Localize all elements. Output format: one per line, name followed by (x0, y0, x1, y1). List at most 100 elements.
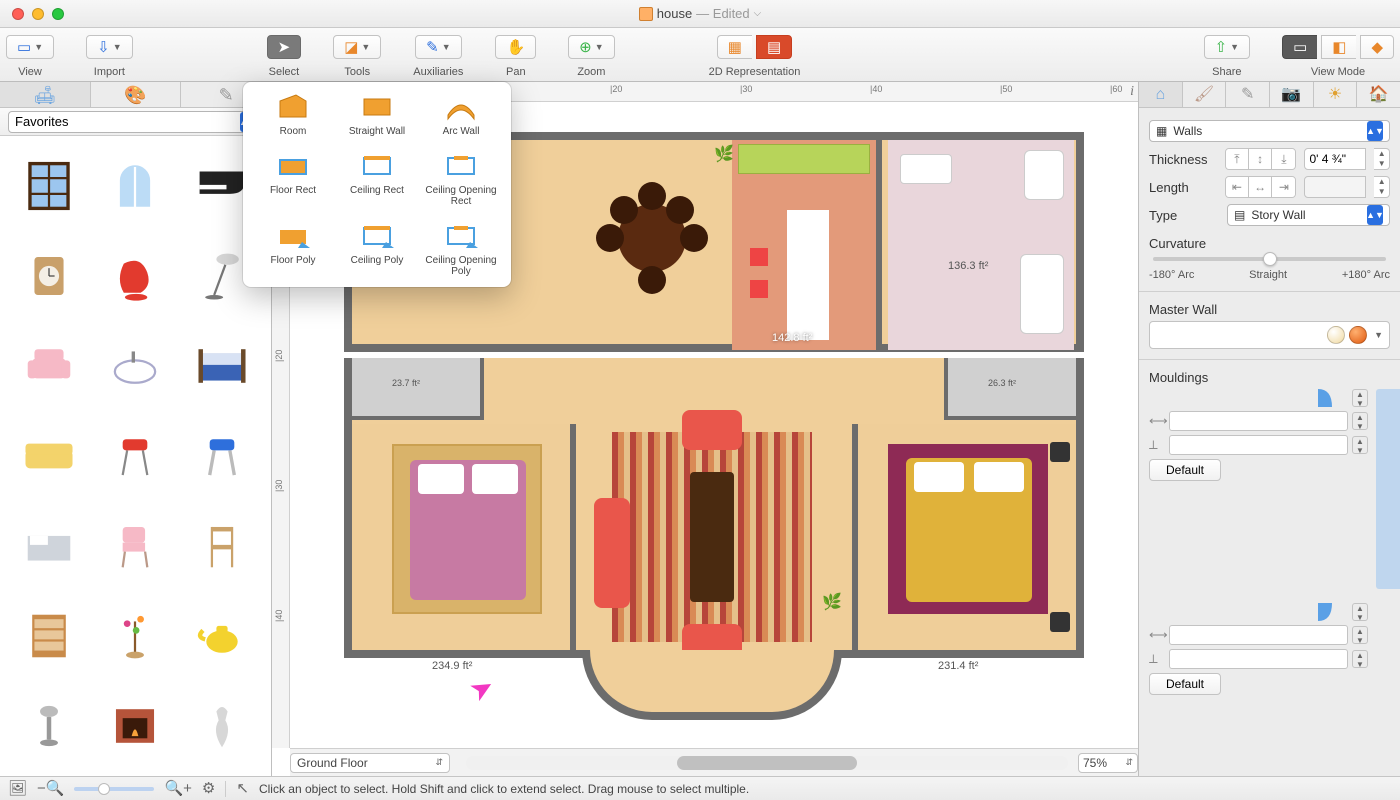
library-panel: 🛋 🎨 ✎ Favorites ▲▼ (0, 82, 272, 776)
inspector-tab-edit[interactable]: ✎ (1226, 82, 1270, 107)
library-item-vase[interactable] (186, 695, 258, 757)
chevron-updown-icon: ⇵ (435, 757, 443, 768)
chevron-down-icon: ▼ (1374, 330, 1383, 340)
tool-ceiling-opening-rect[interactable]: Ceiling Opening Rect (421, 151, 501, 207)
type-label: Type (1149, 208, 1219, 223)
tool-straight-wall[interactable]: Straight Wall (337, 92, 417, 137)
rep2d-plan-button[interactable]: ▦ (717, 35, 752, 59)
length-align-segment[interactable]: ⇤↔⇥ (1225, 176, 1297, 198)
import-button[interactable]: ⇩▼ (86, 35, 133, 59)
tool-room[interactable]: Room (253, 92, 333, 137)
inspector-section-select[interactable]: ▦Walls ▲▼ (1149, 120, 1390, 142)
library-item-blue-stool[interactable] (186, 425, 258, 487)
tools-menu-button[interactable]: ◪▼ (333, 35, 381, 59)
library-item-fireplace[interactable] (99, 695, 171, 757)
window-minimize-icon[interactable] (32, 8, 44, 20)
mould-bl-shape-stepper[interactable]: ▲▼ (1352, 603, 1368, 621)
canvas-h-scrollbar[interactable] (466, 756, 1068, 770)
library-item-sofa-yellow[interactable] (13, 425, 85, 487)
library-item-bed-blue[interactable] (186, 335, 258, 397)
mould-bl-default-button[interactable]: Default (1149, 673, 1221, 695)
zoom-button[interactable]: ⊕▼ (568, 35, 615, 59)
title-menu-chevron-icon[interactable]: ⌵ (754, 8, 762, 19)
rep2d-alt-button[interactable]: ▤ (756, 35, 792, 59)
mould-tl-default-button[interactable]: Default (1149, 459, 1221, 481)
mould-tl-height-stepper[interactable]: ▲▼ (1352, 436, 1368, 454)
library-item-red-stool[interactable] (99, 425, 171, 487)
master-wall-swatch[interactable]: ▼ (1149, 321, 1390, 349)
library-item-window-grid[interactable] (13, 155, 85, 217)
library-item-bookshelf[interactable] (13, 605, 85, 667)
pan-button[interactable]: ✋ (495, 35, 536, 59)
inspector-tab-building[interactable]: ⌂ (1139, 82, 1183, 107)
width-icon: ⟷ (1149, 627, 1165, 643)
window-icon: ▭ (17, 40, 31, 55)
inspector-tab-camera[interactable]: 📷 (1270, 82, 1314, 107)
auxiliaries-button[interactable]: ✎▼ (415, 35, 462, 59)
paintbrush-icon: 🖌 (1194, 87, 1214, 103)
mould-tl-shape-stepper[interactable]: ▲▼ (1352, 389, 1368, 407)
pencil-icon: ✎ (1241, 87, 1254, 103)
mould-tl-height-input[interactable] (1169, 435, 1348, 455)
story-select[interactable]: Ground Floor⇵ (290, 753, 450, 773)
library-item-wood-chair[interactable] (186, 515, 258, 577)
inspector-tab-house[interactable]: 🏠 (1357, 82, 1400, 107)
zoom-in-icon[interactable]: 🔍+ (164, 781, 191, 796)
library-item-window-arch[interactable] (99, 155, 171, 217)
mould-tl-width-stepper[interactable]: ▲▼ (1352, 412, 1368, 430)
library-tab-furniture[interactable]: 🛋 (0, 82, 91, 107)
length-label: Length (1149, 180, 1217, 195)
wall-type-select[interactable]: ▤Story Wall ▲▼ (1227, 204, 1390, 226)
share-button[interactable]: ⇧▼ (1204, 35, 1251, 59)
library-item-plant[interactable] (99, 605, 171, 667)
thickness-input[interactable] (1304, 148, 1366, 170)
toolbar-import-label: Import (94, 66, 125, 78)
library-item-red-chair[interactable] (99, 245, 171, 307)
canvas-zoom-slider[interactable] (74, 787, 154, 791)
mode-walk-icon: ◆ (1371, 40, 1383, 55)
tool-ceiling-opening-poly[interactable]: Ceiling Opening Poly (421, 221, 501, 277)
length-stepper[interactable]: ▲▼ (1374, 176, 1390, 198)
library-item-bathtub[interactable] (99, 335, 171, 397)
select-tool-button[interactable]: ➤ (267, 35, 302, 59)
mould-bl-width-stepper[interactable]: ▲▼ (1352, 626, 1368, 644)
window-zoom-icon[interactable] (52, 8, 64, 20)
toolbar-tools-label: Tools (344, 66, 370, 78)
library-item-wallclock[interactable] (13, 245, 85, 307)
tool-floor-poly[interactable]: Floor Poly (253, 221, 333, 277)
viewmode-3d-button[interactable]: ◧ (1321, 35, 1356, 59)
length-input[interactable] (1304, 176, 1366, 198)
library-tab-materials[interactable]: 🎨 (91, 82, 182, 107)
library-item-lamp-gray[interactable] (13, 695, 85, 757)
tool-ceiling-poly[interactable]: Ceiling Poly (337, 221, 417, 277)
view-menu-button[interactable]: ▭▼ (6, 35, 54, 59)
tool-ceiling-rect[interactable]: Ceiling Rect (337, 151, 417, 207)
curvature-slider[interactable] (1153, 257, 1386, 261)
library-item-bed-gray[interactable] (13, 515, 85, 577)
tool-arc-wall[interactable]: Arc Wall (421, 92, 501, 137)
library-item-chair-pink[interactable] (99, 515, 171, 577)
zoom-out-icon[interactable]: −🔍 (37, 781, 64, 796)
library-category-select[interactable]: Favorites ▲▼ (8, 111, 263, 133)
zoom-select[interactable]: 75%⇵ (1078, 753, 1138, 773)
mould-bl-height-input[interactable] (1169, 649, 1348, 669)
thickness-align-segment[interactable]: ⤒↕⤓ (1225, 148, 1297, 170)
thickness-stepper[interactable]: ▲▼ (1374, 148, 1390, 170)
sun-icon: ☀ (1328, 87, 1342, 103)
inspector-tab-light[interactable]: ☀ (1314, 82, 1358, 107)
info-icon[interactable]: i (1130, 84, 1134, 100)
library-item-armchair-pink[interactable] (13, 335, 85, 397)
window-close-icon[interactable] (12, 8, 24, 20)
settings-gear-icon[interactable]: ⚙ (202, 781, 215, 796)
viewmode-2d-button[interactable]: ▭ (1282, 35, 1317, 59)
tool-floor-rect[interactable]: Floor Rect (253, 151, 333, 207)
ruler-h-tick: |60 (1110, 84, 1122, 94)
mould-tl-width-input[interactable] (1169, 411, 1348, 431)
image-mode-icon[interactable]: 🖼 (8, 781, 27, 796)
inspector-tab-paint[interactable]: 🖌 (1183, 82, 1227, 107)
mould-bl-height-stepper[interactable]: ▲▼ (1352, 650, 1368, 668)
viewmode-walk-button[interactable]: ◆ (1360, 35, 1394, 59)
mould-bl-width-input[interactable] (1169, 625, 1348, 645)
sketch-icon: ✎ (219, 86, 234, 104)
library-item-teapot[interactable] (186, 605, 258, 667)
